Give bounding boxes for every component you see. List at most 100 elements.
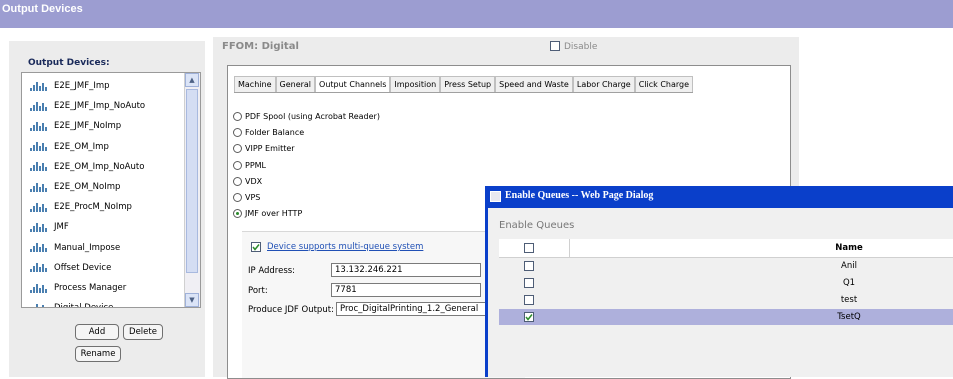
device-list-item[interactable]: Manual_Impose: [30, 239, 120, 257]
device-list-item[interactable]: E2E_OM_Imp_NoAuto: [30, 158, 144, 176]
channel-label: JMF over HTTP: [245, 209, 303, 219]
printer-device-icon: [30, 202, 47, 212]
scroll-down-icon[interactable]: ▼: [185, 293, 199, 307]
device-list-scrollbar[interactable]: ▲ ▼: [184, 73, 200, 307]
check-icon: [252, 244, 260, 251]
device-list-item[interactable]: Process Manager: [30, 279, 126, 297]
channel-radio[interactable]: [233, 209, 242, 219]
channel-radio[interactable]: [233, 160, 242, 170]
delete-button[interactable]: Delete: [123, 324, 163, 340]
queue-table-header: Name: [499, 239, 953, 258]
multi-queue-link[interactable]: Device supports multi-queue system: [267, 242, 423, 252]
device-list-item[interactable]: JMF: [30, 218, 69, 236]
channel-radio[interactable]: [233, 112, 242, 121]
multi-queue-toggle[interactable]: Device supports multi-queue system: [251, 242, 423, 252]
device-label: Process Manager: [54, 283, 127, 293]
scroll-thumb[interactable]: [186, 89, 198, 273]
tab-labor-charge[interactable]: Labor Charge: [572, 76, 635, 92]
page-title: Output Devices: [2, 3, 83, 15]
printer-device-icon: [30, 121, 47, 131]
device-title: FFOM: Digital: [222, 41, 299, 52]
device-list-item[interactable]: E2E_OM_Imp: [30, 138, 109, 156]
dialog-title-bar[interactable]: Enable Queues -- Web Page Dialog: [485, 186, 953, 208]
device-list-item[interactable]: E2E_ProcM_NoImp: [30, 198, 132, 216]
multi-queue-checkbox[interactable]: [251, 242, 261, 252]
channel-radio[interactable]: [233, 176, 242, 186]
ip-label: IP Address:: [248, 266, 296, 276]
jmf-settings: Device supports multi-queue system IP Ad…: [242, 231, 525, 378]
tab-output-channels[interactable]: Output Channels: [315, 76, 391, 92]
device-list-item[interactable]: Digital Device: [30, 299, 113, 307]
printer-device-icon: [30, 142, 47, 152]
tab-click-charge[interactable]: Click Charge: [634, 76, 694, 92]
dialog-title: Enable Queues -- Web Page Dialog: [505, 190, 654, 201]
enable-queues-heading: Enable Queues: [499, 220, 575, 231]
printer-device-icon: [30, 182, 47, 192]
tab-general[interactable]: General: [275, 76, 316, 92]
channel-option[interactable]: VPS: [233, 193, 260, 202]
disable-label: Disable: [564, 42, 598, 52]
jdf-output-select[interactable]: Proc_DigitalPrinting_1.2_General: [336, 302, 496, 316]
channel-label: Folder Balance: [245, 128, 305, 138]
queue-row[interactable]: Q1: [499, 275, 953, 291]
device-label: E2E_JMF_Imp: [54, 81, 110, 91]
printer-device-icon: [30, 283, 47, 293]
rename-button[interactable]: Rename: [75, 346, 121, 362]
device-label: E2E_OM_NoImp: [54, 182, 121, 192]
channel-label: VDX: [245, 176, 263, 186]
channel-option[interactable]: VDX: [233, 176, 263, 186]
queue-row[interactable]: Anil: [499, 258, 953, 274]
channel-option[interactable]: PPML: [233, 160, 267, 170]
channel-radio[interactable]: [233, 193, 242, 202]
tab-press-setup[interactable]: Press Setup: [440, 76, 496, 92]
printer-device-icon: [30, 222, 47, 232]
channel-option[interactable]: Folder Balance: [233, 128, 305, 138]
tab-imposition[interactable]: Imposition: [390, 76, 441, 92]
enable-queues-dialog: Enable Queues -- Web Page Dialog Enable …: [485, 186, 953, 377]
queue-row[interactable]: test: [499, 292, 953, 308]
scroll-up-icon[interactable]: ▲: [185, 73, 199, 87]
device-list[interactable]: E2E_JMF_Imp E2E_JMF_Imp_NoAuto E2E_JMF_NoI…: [21, 72, 201, 308]
printer-device-icon: [30, 81, 47, 91]
queue-name: TsetQ: [837, 312, 861, 322]
name-column-header: Name: [835, 243, 863, 253]
ip-address-input[interactable]: 13.132.246.221: [331, 263, 481, 277]
devices-heading: Output Devices:: [28, 58, 110, 68]
channel-label: VPS: [245, 193, 261, 202]
port-label: Port:: [248, 286, 268, 296]
device-list-item[interactable]: E2E_JMF_NoImp: [30, 117, 121, 135]
channel-radio[interactable]: [233, 144, 242, 154]
dialog-body: Enable Queues Name Anil Q1 test TsetQ: [485, 208, 953, 377]
device-list-item[interactable]: E2E_JMF_Imp_NoAuto: [30, 97, 145, 115]
window-icon: [490, 191, 501, 202]
channel-label: PPML: [245, 160, 267, 170]
add-button[interactable]: Add: [75, 324, 119, 340]
device-label: E2E_OM_Imp: [54, 141, 109, 152]
channel-radio[interactable]: [233, 128, 242, 138]
printer-device-icon: [30, 162, 47, 172]
device-label: E2E_OM_Imp_NoAuto: [54, 161, 145, 172]
device-label: E2E_ProcM_NoImp: [54, 202, 132, 213]
disable-toggle[interactable]: Disable: [550, 39, 597, 52]
device-list-item[interactable]: E2E_OM_NoImp: [30, 178, 120, 196]
printer-device-icon: [30, 263, 47, 273]
tab-speed-and-waste[interactable]: Speed and Waste: [495, 76, 573, 92]
device-label: Digital Device: [54, 303, 113, 307]
tab-machine[interactable]: Machine: [234, 76, 276, 92]
queue-row[interactable]: TsetQ: [499, 309, 953, 325]
channel-option[interactable]: PDF Spool (using Acrobat Reader): [233, 112, 380, 121]
channel-option[interactable]: VIPP Emitter: [233, 144, 295, 154]
printer-device-icon: [30, 101, 47, 111]
queue-name: Anil: [841, 261, 857, 271]
device-label: E2E_JMF_NoImp: [54, 121, 122, 132]
title-bar: Output Devices: [0, 0, 953, 28]
device-label: E2E_JMF_Imp_NoAuto: [54, 101, 146, 112]
channel-label: PDF Spool (using Acrobat Reader): [245, 112, 380, 121]
channel-label: VIPP Emitter: [245, 144, 295, 154]
device-list-item[interactable]: E2E_JMF_Imp: [30, 77, 110, 95]
port-input[interactable]: 7781: [331, 283, 481, 297]
device-list-item[interactable]: Offset Device: [30, 259, 111, 277]
disable-checkbox[interactable]: [550, 40, 560, 51]
printer-device-icon: [30, 243, 47, 253]
channel-option[interactable]: JMF over HTTP: [233, 209, 303, 219]
